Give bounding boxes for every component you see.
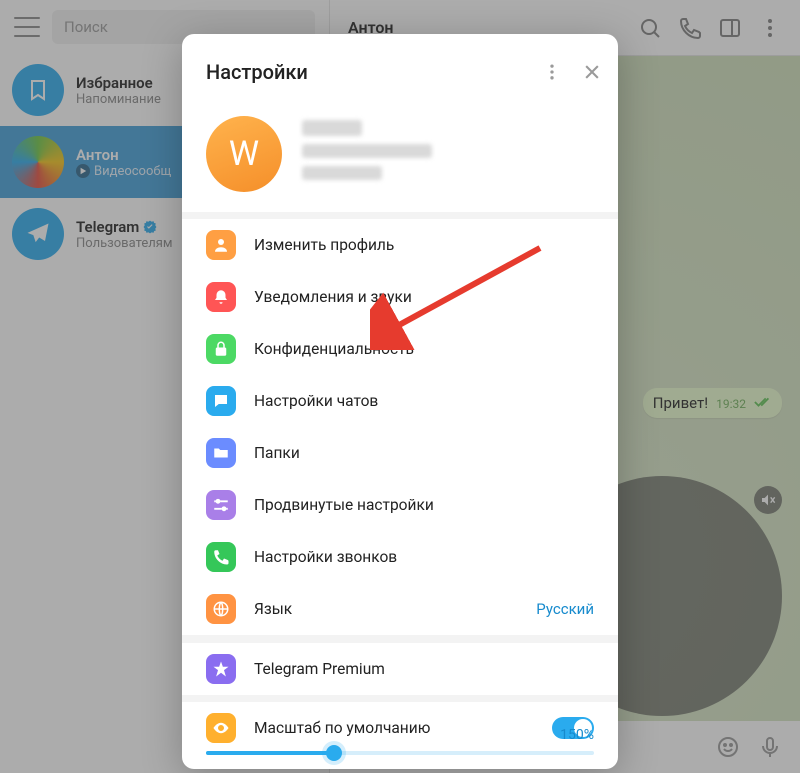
settings-item-premium[interactable]: Telegram Premium bbox=[182, 643, 618, 695]
settings-label: Масштаб по умолчанию bbox=[254, 719, 534, 737]
settings-label: Продвинутые настройки bbox=[254, 496, 594, 514]
lock-icon bbox=[206, 334, 236, 364]
annotation-arrow-icon bbox=[370, 240, 550, 350]
phone-icon bbox=[206, 542, 236, 572]
settings-item-chats[interactable]: Настройки чатов bbox=[182, 375, 618, 427]
close-icon[interactable] bbox=[572, 52, 612, 92]
settings-label: Язык bbox=[254, 600, 518, 618]
settings-modal: Настройки W Изменить профиль Уведомления bbox=[182, 34, 618, 769]
eye-icon bbox=[206, 713, 236, 743]
avatar: W bbox=[206, 116, 282, 192]
profile-section[interactable]: W bbox=[182, 110, 618, 212]
settings-label: Папки bbox=[254, 444, 594, 462]
settings-item-advanced[interactable]: Продвинутые настройки bbox=[182, 479, 618, 531]
modal-title: Настройки bbox=[206, 60, 532, 84]
more-icon[interactable] bbox=[532, 52, 572, 92]
sliders-icon bbox=[206, 490, 236, 520]
settings-label: Настройки чатов bbox=[254, 392, 594, 410]
globe-icon bbox=[206, 594, 236, 624]
settings-item-folders[interactable]: Папки bbox=[182, 427, 618, 479]
chat-icon bbox=[206, 386, 236, 416]
settings-item-language[interactable]: Язык Русский bbox=[182, 583, 618, 635]
settings-label: Telegram Premium bbox=[254, 660, 594, 678]
settings-item-scale[interactable]: Масштаб по умолчанию bbox=[182, 702, 618, 747]
profile-icon bbox=[206, 230, 236, 260]
settings-item-calls[interactable]: Настройки звонков bbox=[182, 531, 618, 583]
folder-icon bbox=[206, 438, 236, 468]
settings-value: Русский bbox=[536, 600, 594, 618]
bell-icon bbox=[206, 282, 236, 312]
scale-slider[interactable]: 150% bbox=[206, 751, 594, 755]
star-icon bbox=[206, 654, 236, 684]
settings-label: Настройки звонков bbox=[254, 548, 594, 566]
scale-value: 150% bbox=[560, 727, 594, 743]
profile-info bbox=[302, 120, 594, 188]
